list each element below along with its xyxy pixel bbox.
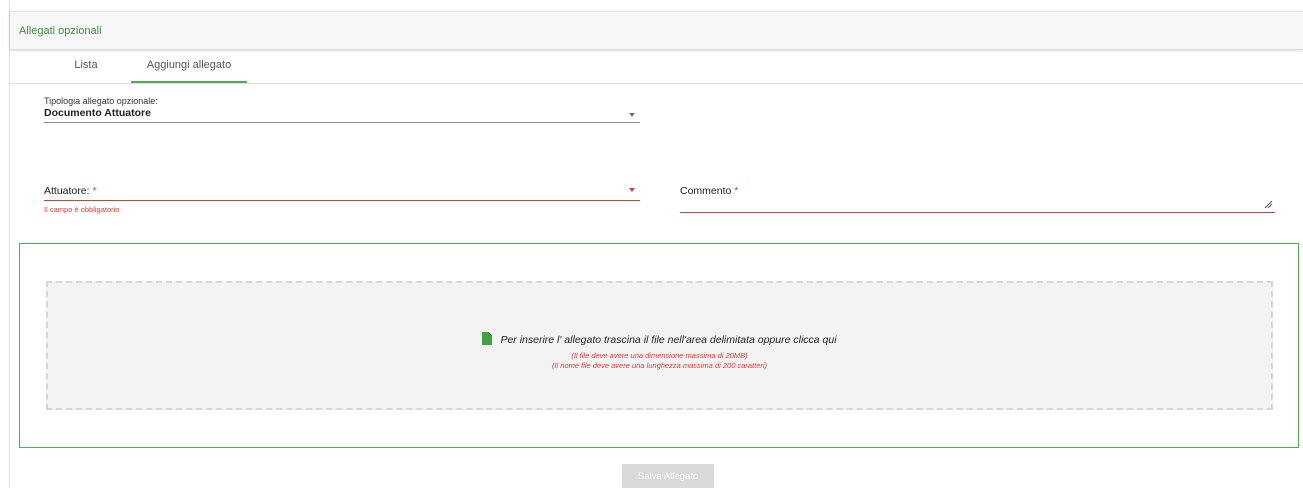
dropzone-instructions: Per inserire l' allegato trascina il fil…	[48, 332, 1271, 346]
commento-label: Commento *	[680, 185, 738, 197]
dropzone-size-note: (Il file deve avere una dimensione massi…	[571, 351, 748, 360]
tipologia-label: Tipologia allegato opzionale:	[44, 96, 158, 106]
attuatore-label-text: Attuatore:	[44, 185, 90, 197]
tab-lista[interactable]: Lista	[50, 48, 122, 83]
dropzone-text: Per inserire l' allegato trascina il fil…	[500, 334, 837, 346]
tab-aggiungi-allegato[interactable]: Aggiungi allegato	[131, 48, 247, 83]
attuatore-select[interactable]	[44, 200, 640, 201]
resize-handle-icon[interactable]	[1263, 199, 1273, 209]
commento-label-text: Commento	[680, 185, 732, 197]
tab-bar: Lista Aggiungi allegato	[10, 48, 1303, 84]
required-asterisk: *	[92, 185, 97, 197]
dropzone-filename-note: (Il nome file deve avere una lunghezza m…	[551, 361, 768, 370]
required-asterisk: *	[734, 185, 739, 197]
attuatore-label[interactable]: Attuatore: *	[44, 185, 97, 197]
tipologia-underline	[44, 122, 640, 123]
file-icon	[482, 332, 493, 345]
attuatore-error-message: Il campo è obbligatorio	[44, 205, 120, 214]
tipologia-select[interactable]: Documento Attuatore	[44, 107, 151, 119]
commento-textarea[interactable]	[680, 212, 1275, 213]
file-dropzone[interactable]: Per inserire l' allegato trascina il fil…	[46, 281, 1273, 410]
panel-header: Allegati opzionali	[10, 11, 1303, 49]
save-attachment-button[interactable]: Salva Allegato	[622, 464, 714, 488]
chevron-down-icon[interactable]	[629, 188, 635, 192]
panel-title: Allegati opzionali	[19, 25, 102, 37]
chevron-down-icon[interactable]	[629, 113, 635, 117]
